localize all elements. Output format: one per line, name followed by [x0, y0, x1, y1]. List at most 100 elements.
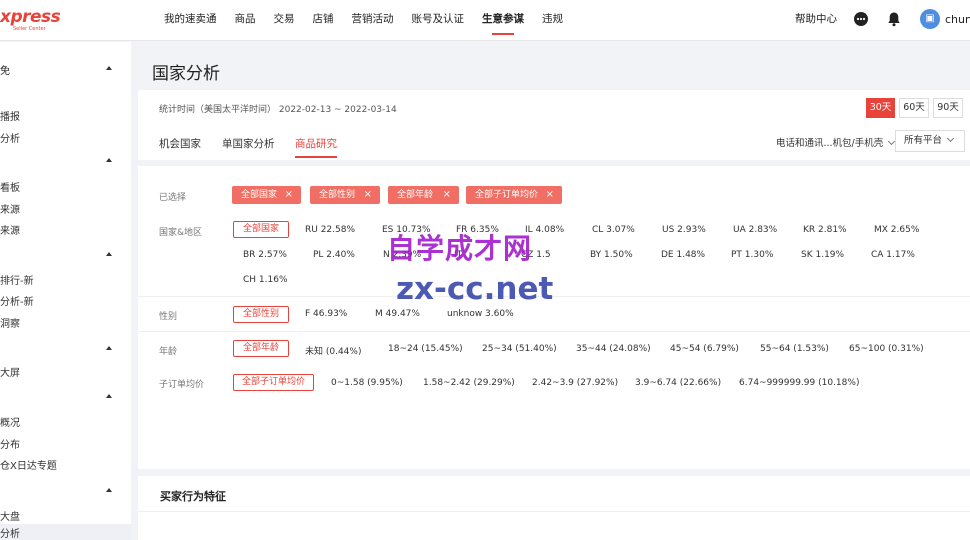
sidebar: 免 播报 分析 看板 来源 来源 排行-新 分析-新 洞察 大屏 概况 分布 仓…	[0, 42, 131, 540]
price-option[interactable]: 3.9~6.74 (22.66%)	[635, 378, 721, 388]
nav-store[interactable]: 店铺	[313, 0, 334, 41]
chip-label: 全部子订单均价	[475, 190, 539, 200]
sidebar-group-4[interactable]	[0, 342, 131, 356]
country-option[interactable]: UA 2.83%	[733, 225, 777, 235]
country-option[interactable]: PL 2.40%	[313, 250, 355, 260]
sidebar-item-market[interactable]: 大盘	[0, 508, 20, 523]
sidebar-item-distribution[interactable]: 分布	[0, 436, 20, 451]
tab-opportunity-countries[interactable]: 机会国家	[159, 136, 201, 151]
close-icon[interactable]: ×	[546, 186, 554, 204]
price-option[interactable]: 6.74~999999.99 (10.18%)	[739, 378, 859, 388]
watermark-text: 自学成才网	[387, 232, 533, 265]
gender-option[interactable]: unknow 3.60%	[447, 309, 514, 319]
nav-my-aliexpress[interactable]: 我的速卖通	[164, 0, 217, 41]
platform-select[interactable]: 所有平台	[895, 130, 965, 152]
chip-all-price[interactable]: 全部子订单均价 ×	[466, 186, 562, 204]
age-option[interactable]: 未知 (0.44%)	[305, 344, 361, 357]
category-select[interactable]: 电话和通讯...机包/手机壳	[776, 135, 896, 149]
section-divider	[138, 511, 970, 512]
gender-option[interactable]: M 49.47%	[375, 309, 420, 319]
all-ages-button[interactable]: 全部年龄	[233, 340, 289, 357]
gender-label: 性别	[159, 312, 178, 322]
gender-option[interactable]: F 46.93%	[305, 309, 347, 319]
close-icon[interactable]: ×	[364, 186, 372, 204]
sidebar-item-analysis-new[interactable]: 分析-新	[0, 293, 34, 308]
age-option[interactable]: 65~100 (0.31%)	[849, 344, 924, 354]
sidebar-item-overview[interactable]: 概况	[0, 414, 20, 429]
nav-violations[interactable]: 违规	[542, 0, 563, 41]
close-icon[interactable]: ×	[443, 186, 451, 204]
sidebar-group-2[interactable]	[0, 154, 131, 168]
country-option[interactable]: PT 1.30%	[731, 250, 773, 260]
country-option[interactable]: MX 2.65%	[874, 225, 919, 235]
username[interactable]: chun	[945, 0, 970, 39]
main-nav: 我的速卖通 商品 交易 店铺 营销活动 账号及认证 生意参谋 违规	[164, 0, 581, 41]
country-option[interactable]: BY 1.50%	[590, 250, 633, 260]
country-option[interactable]: SK 1.19%	[801, 250, 844, 260]
price-option[interactable]: 2.42~3.9 (27.92%)	[532, 378, 618, 388]
range-60d-button[interactable]: 60天	[899, 98, 929, 118]
aliexpress-logo[interactable]: xpress Seller Center	[0, 7, 61, 33]
tab-single-country[interactable]: 单国家分析	[222, 136, 275, 151]
sidebar-item-x-day-delivery[interactable]: 仓X日达专题	[0, 457, 57, 472]
avatar[interactable]: ▣	[920, 9, 940, 29]
buyer-behavior-title: 买家行为特征	[160, 490, 226, 503]
age-option[interactable]: 18~24 (15.45%)	[388, 344, 463, 354]
chevron-up-icon	[106, 252, 112, 256]
age-option[interactable]: 45~54 (6.79%)	[670, 344, 739, 354]
nav-orders[interactable]: 交易	[274, 0, 295, 41]
platform-select-value: 所有平台	[904, 135, 943, 146]
close-icon[interactable]: ×	[285, 186, 293, 204]
sidebar-group-6[interactable]	[0, 484, 131, 498]
logo-text: xpress	[0, 7, 61, 27]
sidebar-item-analysis-active[interactable]: 分析	[0, 524, 131, 540]
age-option[interactable]: 25~34 (51.40%)	[482, 344, 557, 354]
sidebar-item-broadcast[interactable]: 播报	[0, 108, 20, 123]
sidebar-group-5[interactable]	[0, 390, 131, 404]
all-price-button[interactable]: 全部子订单均价	[233, 374, 314, 391]
all-genders-button[interactable]: 全部性别	[233, 306, 289, 323]
sidebar-group-label: 免	[0, 66, 10, 77]
price-option[interactable]: 0~1.58 (9.95%)	[331, 378, 403, 388]
nav-products[interactable]: 商品	[235, 0, 256, 41]
age-option[interactable]: 55~64 (1.53%)	[760, 344, 829, 354]
country-option[interactable]: CH 1.16%	[243, 275, 288, 285]
sidebar-item-source-1[interactable]: 来源	[0, 201, 20, 216]
country-option[interactable]: DE 1.48%	[661, 250, 705, 260]
country-option[interactable]: CL 3.07%	[592, 225, 635, 235]
chevron-up-icon	[106, 346, 112, 350]
country-option[interactable]: RU 22.58%	[305, 225, 355, 235]
range-30d-button[interactable]: 30天	[866, 98, 895, 118]
nav-marketing[interactable]: 营销活动	[352, 0, 394, 41]
chip-all-countries[interactable]: 全部国家 ×	[232, 186, 301, 204]
sidebar-item-source-2[interactable]: 来源	[0, 222, 20, 237]
help-center-link[interactable]: 帮助中心	[795, 0, 837, 39]
range-90d-button[interactable]: 90天	[933, 98, 963, 118]
age-option[interactable]: 35~44 (24.08%)	[576, 344, 651, 354]
country-option[interactable]: BR 2.57%	[243, 250, 287, 260]
logo-subtitle: Seller Center	[13, 26, 46, 32]
sidebar-group-1[interactable]: 免	[0, 62, 131, 77]
chevron-up-icon	[106, 158, 112, 162]
sidebar-item-analysis[interactable]: 分析	[0, 130, 20, 145]
nav-account[interactable]: 账号及认证	[412, 0, 465, 41]
top-navigation-bar: xpress Seller Center 我的速卖通 商品 交易 店铺 营销活动…	[0, 0, 970, 41]
chip-all-ages[interactable]: 全部年龄 ×	[388, 186, 459, 204]
tab-product-research[interactable]: 商品研究	[295, 136, 337, 158]
sidebar-group-3[interactable]	[0, 248, 131, 262]
country-option[interactable]: US 2.93%	[662, 225, 706, 235]
country-option[interactable]: KR 2.81%	[803, 225, 847, 235]
watermark-url: zx-cc.net	[396, 271, 554, 307]
sidebar-item-insight[interactable]: 洞察	[0, 315, 20, 330]
sidebar-item-dashboard[interactable]: 看板	[0, 179, 20, 194]
price-option[interactable]: 1.58~2.42 (29.29%)	[423, 378, 515, 388]
bell-icon[interactable]	[886, 11, 902, 27]
message-icon[interactable]	[853, 11, 869, 27]
sidebar-item-ranking-new[interactable]: 排行-新	[0, 272, 34, 287]
sidebar-item-big-screen[interactable]: 大屏	[0, 364, 20, 379]
nav-business-advisor[interactable]: 生意参谋	[482, 0, 524, 41]
all-countries-button[interactable]: 全部国家	[233, 221, 289, 238]
country-option[interactable]: CA 1.17%	[871, 250, 915, 260]
chip-label: 全部国家	[241, 190, 278, 200]
chip-all-genders[interactable]: 全部性别 ×	[310, 186, 380, 204]
